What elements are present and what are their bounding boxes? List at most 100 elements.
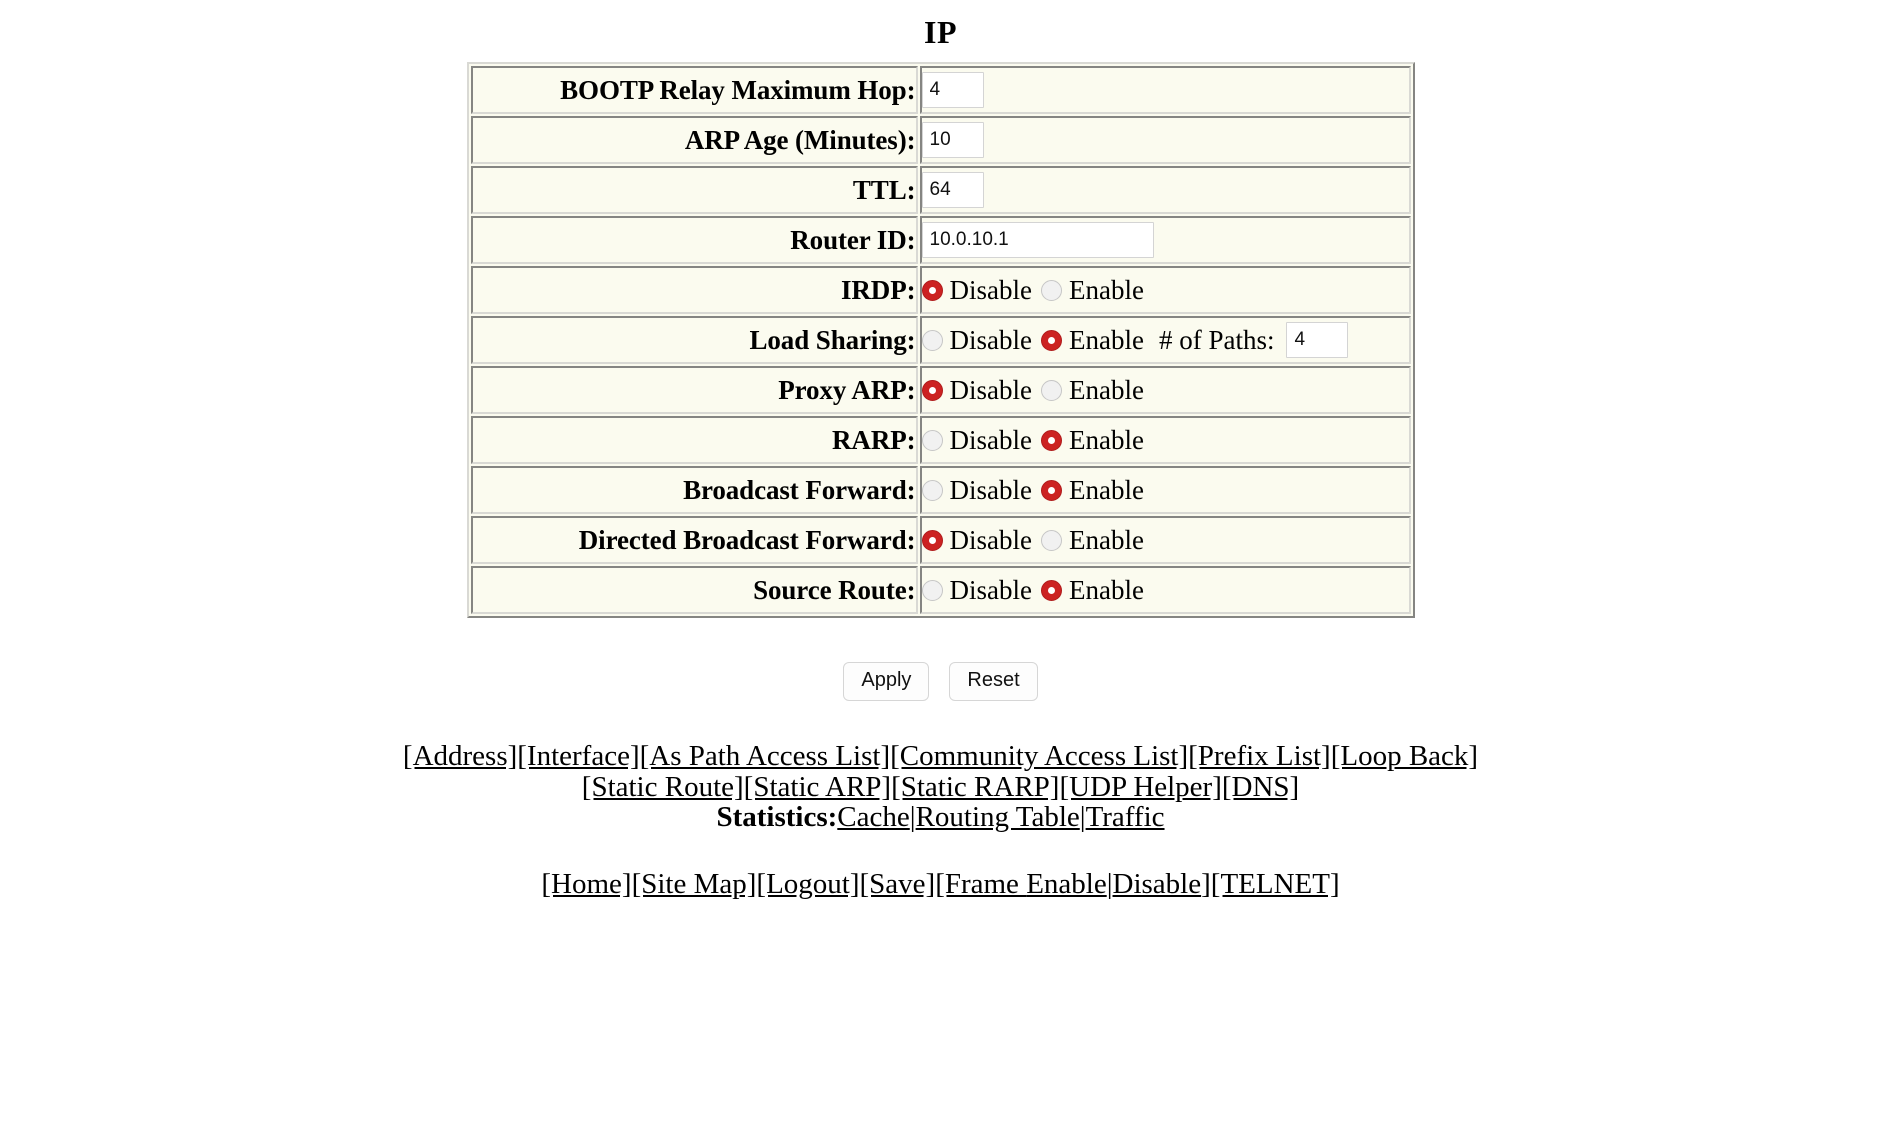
radio-option-disable[interactable]: Disable <box>921 325 1041 356</box>
radio-disable-icon[interactable] <box>921 529 943 551</box>
radio-option-disable[interactable]: Disable <box>921 424 1041 456</box>
footer-link-home[interactable]: [Home] <box>541 868 631 900</box>
ttl-input[interactable] <box>921 172 984 208</box>
table-row: Broadcast Forward: Disable Enable <box>470 466 1411 514</box>
radio-option-disable[interactable]: Disable <box>921 375 1041 406</box>
row-inner: Disable Enable <box>921 468 1409 512</box>
row-inner: Disable Enable <box>921 368 1409 412</box>
radio-label-disable: Disable <box>949 524 1032 555</box>
radio-enable-icon[interactable] <box>1040 529 1062 551</box>
statistics-label: Statistics: <box>716 801 838 834</box>
nav-link-interface[interactable]: [Interface] <box>517 740 639 772</box>
footer-navigation: [Home][Site Map][Logout][Save][Frame Ena… <box>0 868 1881 901</box>
table-row: IRDP: Disable Enable <box>470 266 1411 314</box>
radio-option-disable[interactable]: Disable <box>921 524 1041 556</box>
navigation-links: [Address][Interface][As Path Access List… <box>0 741 1881 833</box>
bootp-relay-maximum-hop-input[interactable] <box>921 72 984 108</box>
reset-button[interactable]: Reset <box>949 662 1038 701</box>
radio-enable-icon[interactable] <box>1040 579 1062 601</box>
nav-link-dns[interactable]: [DNS] <box>1222 771 1299 803</box>
config-table-wrapper: BOOTP Relay Maximum Hop:ARP Age (Minutes… <box>0 62 1881 618</box>
nav-link-static-route[interactable]: [Static Route] <box>582 771 744 803</box>
radio-label-disable: Disable <box>949 474 1032 505</box>
radio-option-enable[interactable]: Enable <box>1040 424 1153 456</box>
table-row: Source Route: Disable Enable <box>470 566 1411 614</box>
radio-option-enable[interactable]: Enable <box>1040 575 1153 606</box>
directed-broadcast-forward-radio-group: Disable Enable <box>921 524 1153 556</box>
footer-link-logout[interactable]: [Logout] <box>756 868 859 900</box>
radio-option-disable[interactable]: Disable <box>921 575 1041 606</box>
table-row: BOOTP Relay Maximum Hop: <box>470 66 1411 114</box>
radio-disable-icon[interactable] <box>921 579 943 601</box>
radio-disable-icon[interactable] <box>921 379 943 401</box>
radio-disable-icon[interactable] <box>921 279 943 301</box>
radio-option-disable[interactable]: Disable <box>921 474 1041 506</box>
radio-disable-icon[interactable] <box>921 479 943 501</box>
nav-link-udp-helper[interactable]: [UDP Helper] <box>1059 771 1221 803</box>
radio-label-enable: Enable <box>1068 474 1144 505</box>
row-label-source-route: Source Route: <box>470 566 918 614</box>
radio-option-enable[interactable]: Enable <box>1040 474 1153 506</box>
radio-option-enable[interactable]: Enable <box>1040 524 1153 556</box>
table-row: Router ID: <box>470 216 1411 264</box>
row-label-proxy-arp: Proxy ARP: <box>470 366 918 414</box>
ip-settings-table: BOOTP Relay Maximum Hop:ARP Age (Minutes… <box>466 62 1415 618</box>
radio-label-enable: Enable <box>1068 424 1144 455</box>
radio-option-enable[interactable]: Enable <box>1040 274 1153 306</box>
footer-link-frame-enable[interactable]: Enable <box>1026 868 1107 900</box>
row-value-ttl <box>919 166 1411 214</box>
nav-link-community-access-list[interactable]: [Community Access List] <box>890 740 1188 772</box>
row-value-rarp: Disable Enable <box>919 416 1411 464</box>
footer-link-frame-disable[interactable]: Disable <box>1113 868 1202 900</box>
radio-option-disable[interactable]: Disable <box>921 275 1041 306</box>
router-id-input[interactable] <box>921 222 1154 258</box>
statistics-link-cache[interactable]: Cache <box>837 801 909 833</box>
nav-link-loop-back[interactable]: [Loop Back] <box>1331 740 1478 772</box>
proxy-arp-radio-group: Disable Enable <box>921 374 1153 406</box>
radio-option-enable[interactable]: Enable <box>1040 325 1153 356</box>
apply-button[interactable]: Apply <box>843 662 930 701</box>
form-actions: Apply Reset <box>0 662 1881 701</box>
radio-label-disable: Disable <box>949 424 1032 455</box>
radio-enable-icon[interactable] <box>1040 329 1062 351</box>
statistics-link-traffic[interactable]: Traffic <box>1086 801 1165 833</box>
radio-disable-icon[interactable] <box>921 329 943 351</box>
table-row: RARP: Disable Enable <box>470 416 1411 464</box>
row-inner <box>921 68 1409 112</box>
radio-enable-icon[interactable] <box>1040 279 1062 301</box>
paths-label: # of Paths: <box>1158 324 1275 355</box>
page-title: IP <box>924 14 957 50</box>
footer-link-save[interactable]: [Save] <box>860 868 936 900</box>
table-row: Proxy ARP: Disable Enable <box>470 366 1411 414</box>
number-of-paths-input[interactable] <box>1286 322 1349 358</box>
footer-link-site-map[interactable]: [Site Map] <box>632 868 757 900</box>
nav-link-address[interactable]: [Address] <box>403 740 517 772</box>
row-label-directed-broadcast-forward: Directed Broadcast Forward: <box>470 516 918 564</box>
radio-label-enable: Enable <box>1068 274 1144 305</box>
nav-link-prefix-list[interactable]: [Prefix List] <box>1188 740 1331 772</box>
nav-link-static-rarp[interactable]: [Static RARP] <box>891 771 1059 803</box>
radio-enable-icon[interactable] <box>1040 429 1062 451</box>
row-value-arp-age-minutes <box>919 116 1411 164</box>
radio-enable-icon[interactable] <box>1040 379 1062 401</box>
nav-link-static-arp[interactable]: [Static ARP] <box>744 771 891 803</box>
nav-line-1: [Address][Interface][As Path Access List… <box>0 741 1881 772</box>
row-value-directed-broadcast-forward: Disable Enable <box>919 516 1411 564</box>
row-inner: Disable Enable <box>921 268 1409 312</box>
nav-link-as-path-access-list[interactable]: [As Path Access List] <box>640 740 891 772</box>
frame-group-open: [Frame <box>935 868 1027 901</box>
table-row: ARP Age (Minutes): <box>470 116 1411 164</box>
radio-option-enable[interactable]: Enable <box>1040 374 1153 406</box>
ip-configuration-page: IP BOOTP Relay Maximum Hop:ARP Age (Minu… <box>0 0 1881 901</box>
radio-label-enable: Enable <box>1068 524 1144 555</box>
arp-age-minutes-input[interactable] <box>921 122 984 158</box>
radio-label-enable: Enable <box>1068 374 1144 405</box>
footer-link-telnet[interactable]: [TELNET] <box>1211 868 1340 900</box>
radio-enable-icon[interactable] <box>1040 479 1062 501</box>
row-inner <box>921 218 1409 262</box>
statistics-link-routing-table[interactable]: Routing Table <box>916 801 1080 833</box>
source-route-radio-group: Disable Enable <box>921 575 1153 606</box>
row-label-arp-age-minutes: ARP Age (Minutes): <box>470 116 918 164</box>
radio-disable-icon[interactable] <box>921 429 943 451</box>
row-label-rarp: RARP: <box>470 416 918 464</box>
